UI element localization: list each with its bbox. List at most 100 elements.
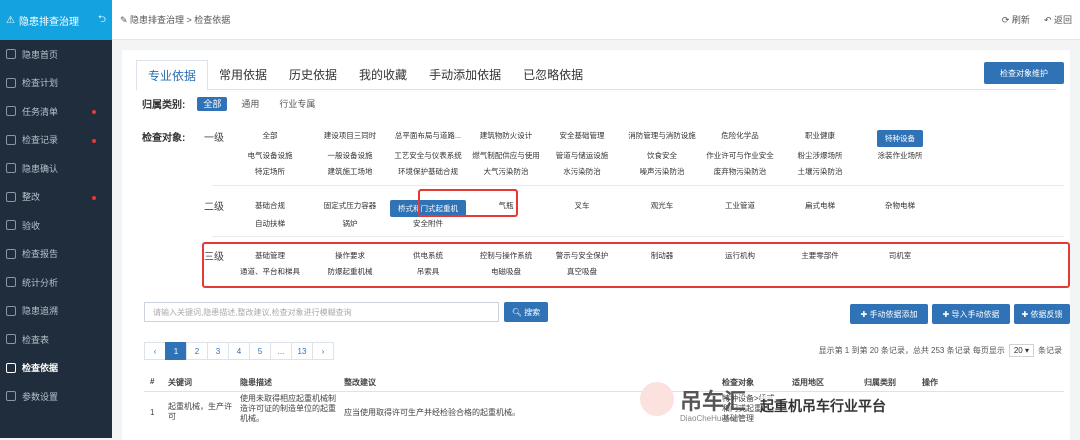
object-option[interactable]: 建设项目三同时 bbox=[324, 130, 377, 141]
object-option[interactable]: 叉车 bbox=[575, 200, 590, 211]
category-chip[interactable]: 行业专属 bbox=[273, 97, 321, 111]
sidebar-item-label: 检查依据 bbox=[22, 363, 59, 374]
sidebar-item-label: 参数设置 bbox=[22, 391, 59, 402]
tab[interactable]: 常用依据 bbox=[208, 60, 278, 89]
logo-icon bbox=[640, 382, 674, 416]
sidebar-item-label: 验收 bbox=[22, 220, 41, 231]
object-option[interactable]: 全部 bbox=[263, 130, 278, 141]
sidebar-item[interactable]: 任务清单 bbox=[0, 97, 112, 126]
sidebar-item[interactable]: 检查表 bbox=[0, 325, 112, 354]
tab[interactable]: 专业依据 bbox=[136, 60, 209, 91]
object-option[interactable]: 工业管道 bbox=[725, 200, 755, 211]
object-option[interactable]: 一般设备设施 bbox=[328, 150, 373, 161]
warning-icon: ⚠ bbox=[6, 14, 15, 26]
sidebar-item[interactable]: 检查计划 bbox=[0, 69, 112, 98]
object-option[interactable]: 燃气制配供应与使用 bbox=[472, 150, 540, 161]
feedback-button[interactable]: ✚ 依据反馈 bbox=[1014, 304, 1070, 324]
object-option[interactable]: 危险化学品 bbox=[721, 130, 759, 141]
search-input[interactable]: 请输入关键词,隐患描述,整改建议,检查对象进行模糊查询 bbox=[144, 302, 499, 322]
object-option[interactable]: 环境保护基础合规 bbox=[398, 166, 458, 177]
category-chip[interactable]: 全部 bbox=[197, 97, 228, 111]
page-button[interactable]: 2 bbox=[186, 342, 208, 360]
object-option[interactable]: 管道与储运设施 bbox=[556, 150, 609, 161]
sidebar: ⚠ 隐患排查治理 ⮌ 隐患首页 检查计划任务清单检查记录 隐患确认 整改验收检查报告统… bbox=[0, 0, 112, 438]
sidebar-item[interactable]: 检查报告 bbox=[0, 240, 112, 269]
sidebar-item[interactable]: 检查依据 bbox=[0, 354, 112, 383]
watermark: 吊车汇 DiaoCheHui.com 起重机吊车行业平台 bbox=[640, 380, 940, 438]
page-button[interactable]: 5 bbox=[249, 342, 271, 360]
page-size-select[interactable]: 20 ▾ bbox=[1008, 344, 1034, 357]
sidebar-title: 隐患排查治理 bbox=[18, 16, 79, 28]
menu-icon bbox=[6, 248, 16, 259]
breadcrumb: ✎ 隐患排查治理 > 检查依据 bbox=[120, 15, 231, 25]
object-option[interactable]: 安全附件 bbox=[413, 218, 443, 229]
page-button[interactable]: 3 bbox=[207, 342, 229, 360]
page-info: 显示第 1 到第 20 条记录，总共 253 条记录 每页显示 20 ▾ 条记录 bbox=[818, 344, 1062, 357]
sidebar-item-label: 隐患追溯 bbox=[22, 306, 59, 317]
object-option[interactable]: 基础合规 bbox=[255, 200, 285, 211]
object-option[interactable]: 作业许可与作业安全 bbox=[706, 150, 774, 161]
collapse-icon[interactable]: ⮌ bbox=[98, 12, 106, 29]
sidebar-item[interactable]: 隐患追溯 bbox=[0, 297, 112, 326]
sidebar-item[interactable]: 参数设置 bbox=[0, 382, 112, 411]
object-option[interactable]: 饮食安全 bbox=[647, 150, 677, 161]
object-option[interactable]: 大气污染防治 bbox=[484, 166, 529, 177]
object-option[interactable]: 工艺安全与仪表系统 bbox=[394, 150, 462, 161]
refresh-button[interactable]: ⟳ 刷新 bbox=[1002, 13, 1030, 26]
page-button[interactable]: ‹ bbox=[144, 342, 166, 360]
object-option[interactable]: 土壤污染防治 bbox=[798, 166, 843, 177]
object-option[interactable]: 消防管理与消防设施 bbox=[628, 130, 696, 141]
tab[interactable]: 已忽略依据 bbox=[512, 60, 594, 89]
page-button[interactable]: 4 bbox=[228, 342, 250, 360]
level1-label: 一级 bbox=[204, 133, 224, 144]
page-button[interactable]: › bbox=[312, 342, 334, 360]
menu-icon bbox=[6, 362, 16, 373]
page-button[interactable]: ... bbox=[270, 342, 292, 360]
object-option[interactable]: 废弃物污染防治 bbox=[714, 166, 767, 177]
divider bbox=[212, 185, 1064, 186]
notification-dot bbox=[92, 138, 96, 143]
sidebar-item[interactable]: 验收 bbox=[0, 211, 112, 240]
tab[interactable]: 历史依据 bbox=[278, 60, 348, 89]
menu-icon bbox=[6, 334, 16, 345]
sidebar-item[interactable]: 隐患确认 bbox=[0, 154, 112, 183]
object-option[interactable]: 总平面布局与道路... bbox=[395, 130, 461, 141]
category-chip[interactable]: 通用 bbox=[235, 97, 265, 111]
object-option[interactable]: 建筑物防火设计 bbox=[480, 130, 533, 141]
page-button[interactable]: 13 bbox=[291, 342, 313, 360]
object-option[interactable]: 锅炉 bbox=[343, 218, 358, 229]
tab[interactable]: 我的收藏 bbox=[348, 60, 418, 89]
object-option[interactable]: 特定场所 bbox=[255, 166, 285, 177]
level2-label: 二级 bbox=[204, 202, 224, 213]
menu-icon bbox=[6, 391, 16, 402]
search-button[interactable]: 🔍︎ 搜索 bbox=[504, 302, 548, 322]
maintain-object-button[interactable]: 检查对象维护 bbox=[984, 62, 1064, 84]
object-option[interactable]: 特种设备 bbox=[877, 130, 923, 147]
import-manual-button[interactable]: ✚ 导入手动依据 bbox=[932, 304, 1010, 324]
sidebar-item-label: 任务清单 bbox=[22, 106, 59, 117]
object-option[interactable]: 扁式电梯 bbox=[805, 200, 835, 211]
object-option[interactable]: 自动扶梯 bbox=[255, 218, 285, 229]
object-option[interactable]: 建筑施工场地 bbox=[328, 166, 373, 177]
manual-add-button[interactable]: ✚ 手动依据添加 bbox=[850, 304, 928, 324]
object-option[interactable]: 电气设备设施 bbox=[248, 150, 293, 161]
object-option[interactable]: 职业健康 bbox=[805, 130, 835, 141]
sidebar-item-label: 检查报告 bbox=[22, 249, 59, 260]
object-option[interactable]: 固定式压力容器 bbox=[324, 200, 377, 211]
object-option[interactable]: 安全基础管理 bbox=[560, 130, 605, 141]
object-option[interactable]: 噪声污染防治 bbox=[640, 166, 685, 177]
tab[interactable]: 手动添加依据 bbox=[418, 60, 512, 89]
object-option[interactable]: 水污染防治 bbox=[563, 166, 601, 177]
page-button[interactable]: 1 bbox=[165, 342, 187, 360]
object-option[interactable]: 粉尘涉爆场所 bbox=[798, 150, 843, 161]
sidebar-item[interactable]: 隐患首页 bbox=[0, 40, 112, 69]
back-button[interactable]: ↶ 返回 bbox=[1044, 13, 1072, 26]
sidebar-item[interactable]: 统计分析 bbox=[0, 268, 112, 297]
object-option[interactable]: 观光车 bbox=[651, 200, 674, 211]
object-option[interactable]: 杂物电梯 bbox=[885, 200, 915, 211]
sidebar-item[interactable]: 检查记录 bbox=[0, 126, 112, 155]
sidebar-item[interactable]: 整改 bbox=[0, 183, 112, 212]
object-option[interactable]: 涂装作业场所 bbox=[878, 150, 923, 161]
topbar: ✎ 隐患排查治理 > 检查依据 ⟳ 刷新 ↶ 返回 bbox=[112, 0, 1080, 40]
highlight-box bbox=[202, 242, 1070, 288]
